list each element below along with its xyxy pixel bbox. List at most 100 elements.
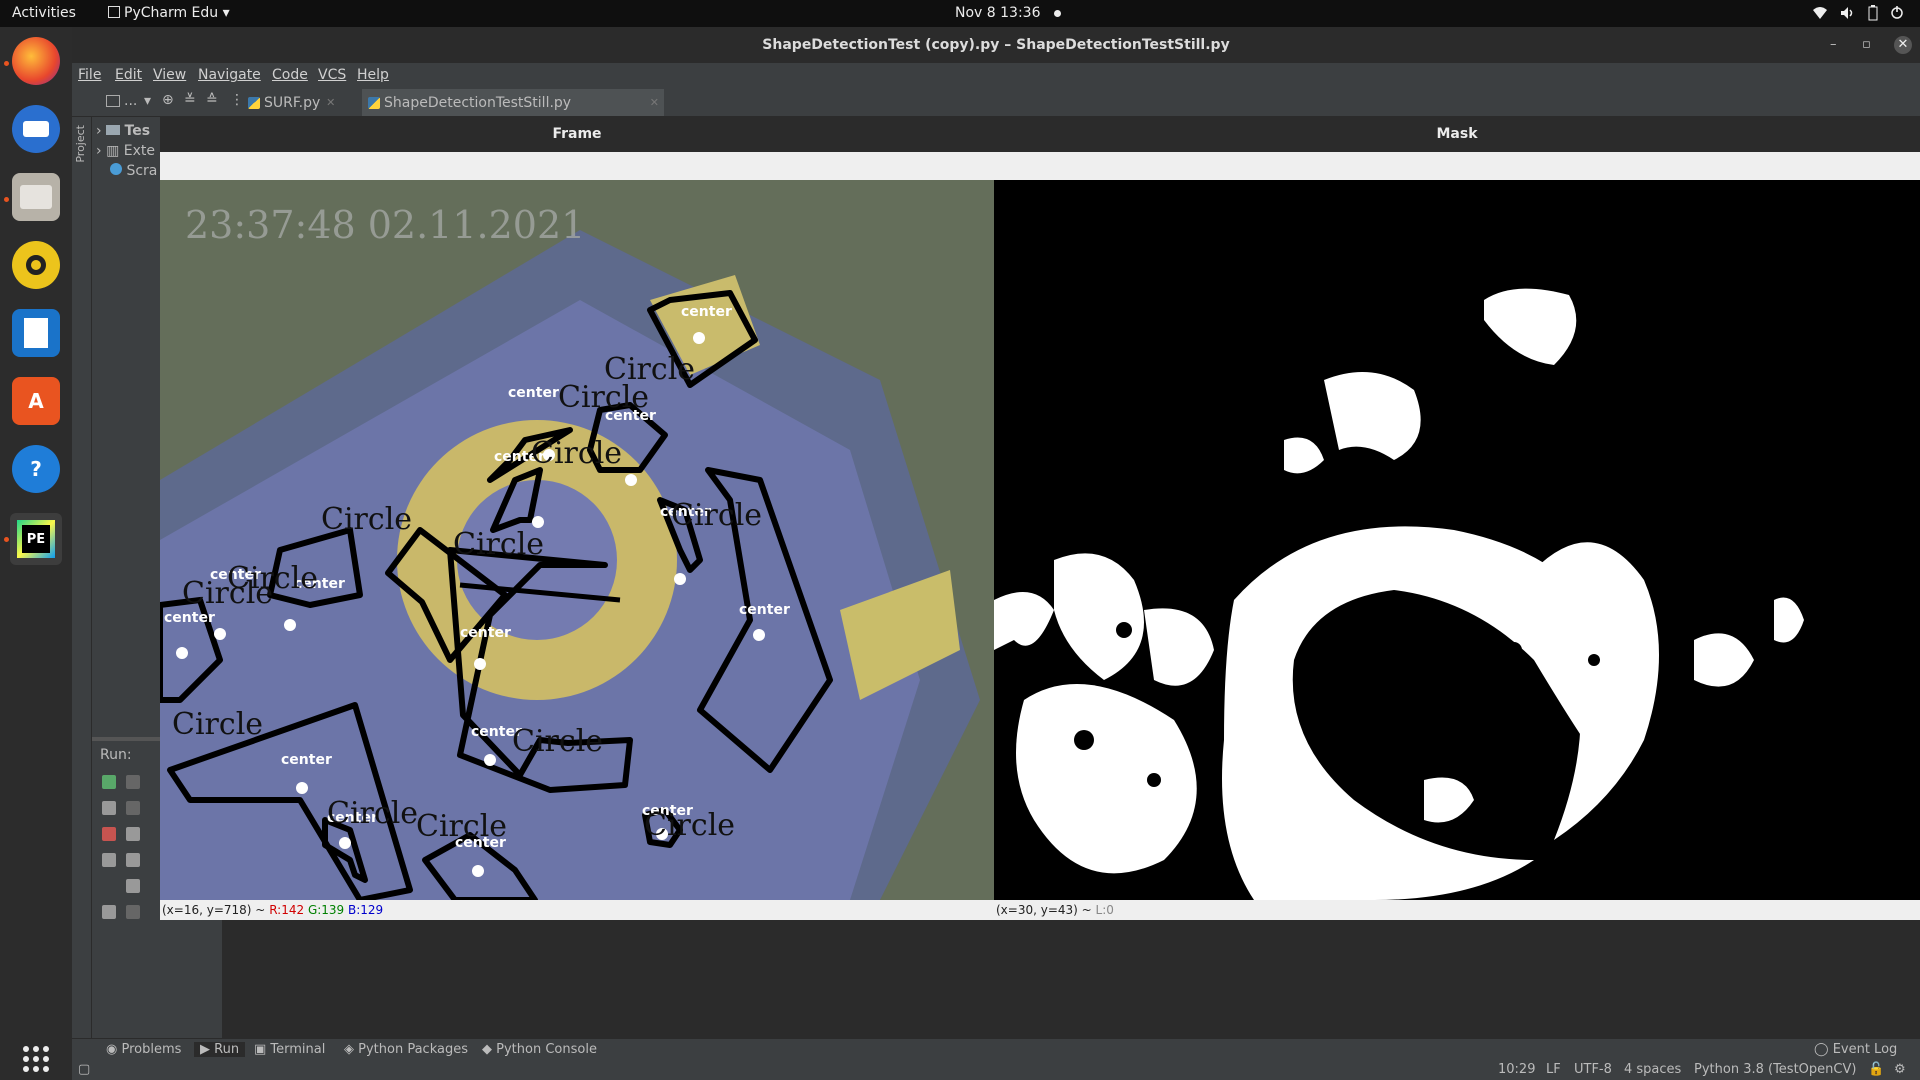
mask-image[interactable] xyxy=(994,180,1920,900)
soft-wrap-icon[interactable] xyxy=(126,827,140,841)
tab-label: SURF.py xyxy=(264,95,321,111)
close-icon: ✕ xyxy=(1894,36,1912,54)
menu-navigate[interactable]: Navigate xyxy=(198,67,261,83)
panel-toggle-icon[interactable]: ▢ xyxy=(78,1062,90,1077)
running-indicator xyxy=(4,537,9,542)
locate-icon[interactable]: ⊕ xyxy=(162,92,174,108)
firefox-icon[interactable] xyxy=(12,37,60,85)
system-top-bar: Activities PyCharm Edu ▾ Nov 8 13:36 xyxy=(0,0,1920,27)
blue-value: B:129 xyxy=(348,903,384,917)
center-dot xyxy=(484,754,496,766)
center-dot xyxy=(296,782,308,794)
frame-image-canvas: 23:37:48 02.11.2021 center center center… xyxy=(160,180,994,900)
pycharm-edu-icon[interactable]: PE xyxy=(10,513,62,565)
mask-window: Mask (x=30, y=43) ~ L:0 xyxy=(994,116,1920,920)
scroll-to-end-icon[interactable] xyxy=(126,853,140,867)
tool-python-packages[interactable]: ◈ Python Packages xyxy=(344,1042,468,1057)
settings-icon[interactable]: ⚙ xyxy=(1894,1062,1906,1077)
close-tab-icon[interactable]: ✕ xyxy=(326,89,335,117)
dock: A ? PE xyxy=(0,27,72,1080)
libreoffice-writer-icon[interactable] xyxy=(12,309,60,357)
project-view-selector[interactable]: ... xyxy=(124,93,137,109)
file-encoding[interactable]: UTF-8 xyxy=(1574,1062,1612,1077)
stop-icon[interactable] xyxy=(102,827,116,841)
tool-python-console[interactable]: ◆ Python Console xyxy=(482,1042,597,1057)
lock-icon[interactable]: 🔓 xyxy=(1868,1062,1884,1077)
tool-label: Run xyxy=(214,1042,240,1057)
menu-view[interactable]: View xyxy=(153,67,186,83)
down-arrow-icon[interactable] xyxy=(126,801,140,815)
project-tree-item[interactable]: › Tes xyxy=(96,121,150,141)
collapse-all-icon[interactable]: ≙ xyxy=(206,92,218,108)
expand-all-icon[interactable]: ≚ xyxy=(184,92,196,108)
project-view-icon[interactable] xyxy=(106,95,120,107)
window-title: ShapeDetectionTest (copy).py – ShapeDete… xyxy=(72,27,1920,63)
tool-run[interactable]: ▶ Run xyxy=(194,1042,246,1057)
folder-icon xyxy=(106,125,121,135)
chevron-right-icon: › xyxy=(96,143,102,159)
frame-image[interactable]: 23:37:48 02.11.2021 center center center… xyxy=(160,180,994,900)
tool-label: Terminal xyxy=(270,1042,326,1057)
files-icon[interactable] xyxy=(12,173,60,221)
power-menu-icon[interactable] xyxy=(1890,0,1906,27)
menu-edit[interactable]: Edit xyxy=(115,67,142,83)
wifi-icon[interactable] xyxy=(1812,0,1828,27)
help-icon[interactable]: ? xyxy=(12,445,60,493)
menu-help[interactable]: Help xyxy=(357,67,389,83)
clock[interactable]: Nov 8 13:36 xyxy=(955,0,1061,27)
app-menu[interactable]: PyCharm Edu ▾ xyxy=(108,0,230,27)
maximize-icon[interactable]: ▫ xyxy=(1862,27,1871,63)
trash-icon[interactable] xyxy=(126,905,140,919)
caret-position[interactable]: 10:29 xyxy=(1498,1062,1535,1077)
thunderbird-icon[interactable] xyxy=(12,105,60,153)
tool-label: Problems xyxy=(121,1042,182,1057)
red-value: R:142 xyxy=(269,903,305,917)
center-dot xyxy=(214,628,226,640)
tab-label: ShapeDetectionTestStill.py xyxy=(384,95,572,111)
project-tool-button[interactable]: Project xyxy=(74,125,87,163)
menu-code[interactable]: Code xyxy=(272,67,308,83)
tool-terminal[interactable]: ▣ Terminal xyxy=(254,1042,325,1057)
python-interpreter[interactable]: Python 3.8 (TestOpenCV) xyxy=(1694,1062,1856,1077)
frame-window-toolbar xyxy=(160,152,994,180)
up-arrow-icon[interactable] xyxy=(126,775,140,789)
circle-label: Circle xyxy=(453,527,544,562)
running-indicator xyxy=(4,61,9,66)
menu-file[interactable]: File xyxy=(78,67,101,83)
show-applications-icon[interactable] xyxy=(12,1035,60,1080)
project-tree-item[interactable]: › ▥ Exte xyxy=(96,141,155,161)
pin-icon[interactable] xyxy=(102,905,116,919)
indent-setting[interactable]: 4 spaces xyxy=(1624,1062,1681,1077)
battery-icon[interactable] xyxy=(1868,0,1878,27)
chevron-down-icon[interactable]: ▾ xyxy=(144,93,151,109)
minimize-icon[interactable]: – xyxy=(1830,27,1837,63)
scratches-icon xyxy=(110,163,122,175)
python-file-icon xyxy=(368,97,380,109)
line-separator[interactable]: LF xyxy=(1546,1062,1561,1077)
green-value: G:139 xyxy=(307,903,345,917)
rhythmbox-icon[interactable] xyxy=(12,241,60,289)
project-tree-item[interactable]: Scra xyxy=(110,161,157,181)
tool-problems[interactable]: ◉ Problems xyxy=(106,1042,181,1057)
center-dot xyxy=(674,573,686,585)
rerun-icon[interactable] xyxy=(102,775,116,789)
clock-text: Nov 8 13:36 xyxy=(955,5,1041,21)
left-tool-strip: Project xyxy=(72,117,92,1047)
activities-button[interactable]: Activities xyxy=(12,0,76,27)
wrench-icon[interactable] xyxy=(102,801,116,815)
volume-icon[interactable] xyxy=(1840,0,1856,27)
tool-event-log[interactable]: ◯ Event Log xyxy=(1814,1042,1897,1057)
menu-vcs[interactable]: VCS xyxy=(318,67,346,83)
frame-window: Frame 23:37:48 02.11.2021 center center … xyxy=(160,116,994,920)
tool-label: Python Console xyxy=(496,1042,597,1057)
close-window-button[interactable]: ✕ xyxy=(1894,27,1912,63)
tab-shapedetectionteststill[interactable]: ShapeDetectionTestStill.py ✕ xyxy=(362,89,664,117)
close-tab-icon[interactable]: ✕ xyxy=(650,89,659,117)
circle-label: Circle xyxy=(416,809,507,844)
tab-surf[interactable]: SURF.py ✕ xyxy=(242,89,340,117)
layout-icon[interactable] xyxy=(102,853,116,867)
circle-label: Circle xyxy=(182,576,273,611)
print-icon[interactable] xyxy=(126,879,140,893)
center-label: center xyxy=(508,385,559,401)
software-store-icon[interactable]: A xyxy=(12,377,60,425)
